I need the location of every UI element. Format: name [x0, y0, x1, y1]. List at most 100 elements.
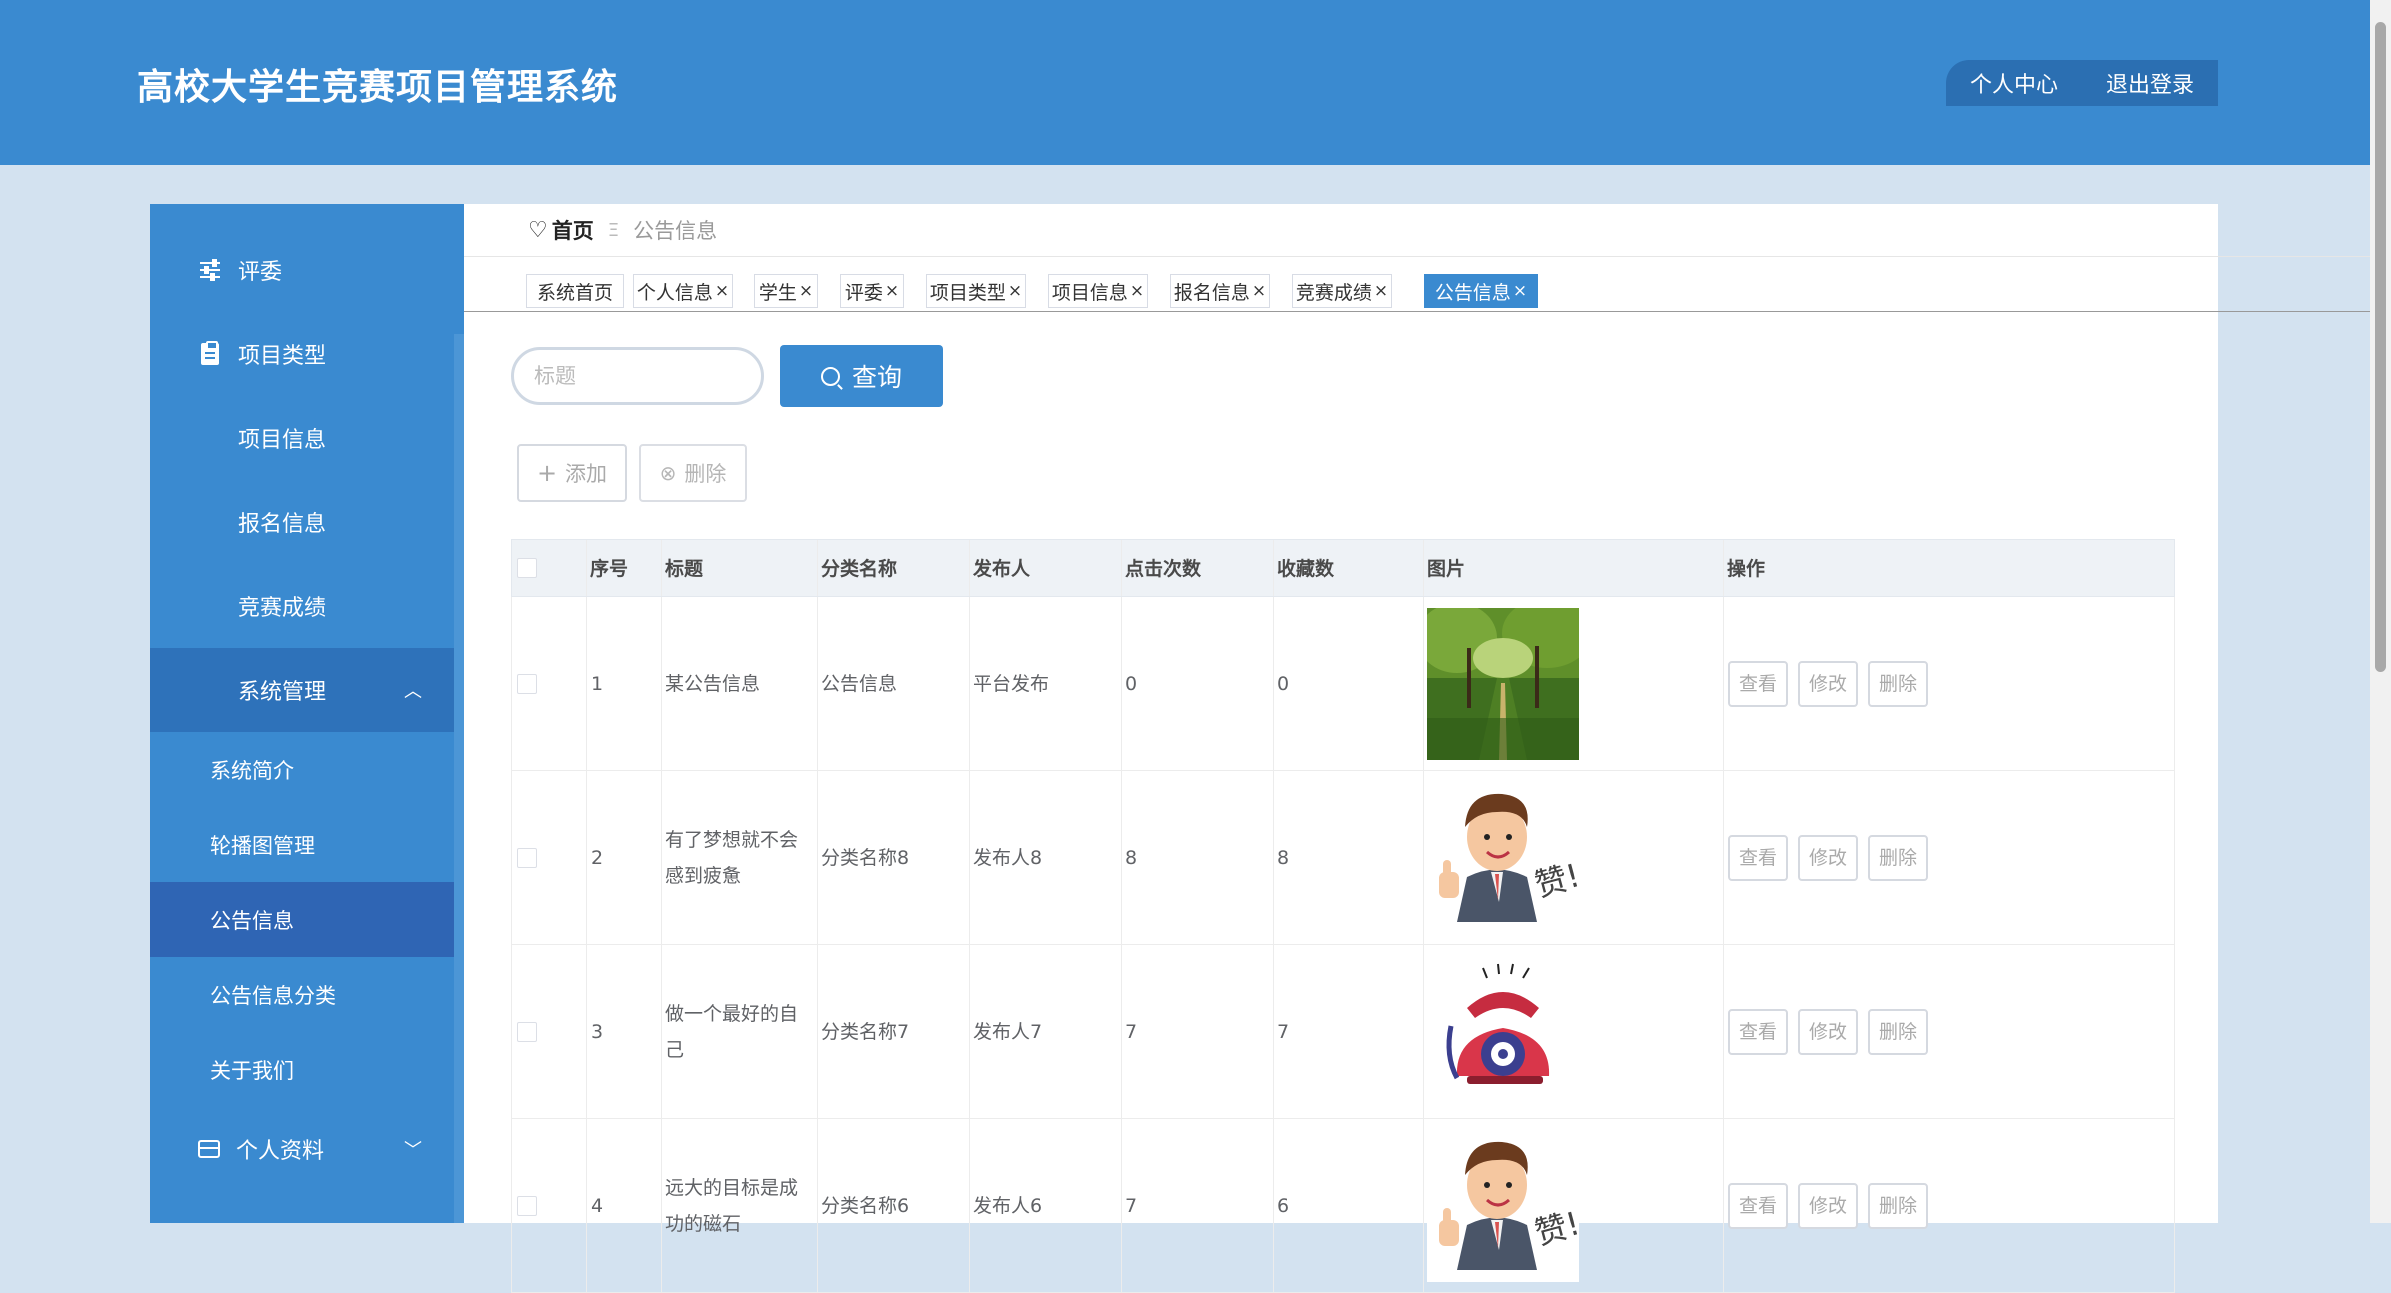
sidebar-item-registrations[interactable]: 报名信息 — [150, 480, 454, 564]
cell-favorites: 8 — [1277, 847, 1290, 869]
tab-label: 项目信息 — [1051, 281, 1128, 304]
sidebar-item-system-management[interactable]: 系统管理 ︿ — [150, 648, 454, 732]
sidebar-item-label: 个人资料 — [236, 1139, 325, 1164]
breadcrumb-current: 公告信息 — [633, 219, 718, 243]
edit-button[interactable]: 修改 — [1798, 1183, 1858, 1229]
tab-students[interactable]: 学生 × — [754, 274, 818, 308]
edit-button[interactable]: 修改 — [1798, 661, 1858, 707]
close-icon[interactable]: × — [1130, 281, 1144, 301]
select-all-checkbox[interactable] — [517, 558, 537, 578]
row-checkbox[interactable] — [517, 1119, 537, 1293]
sidebar: 评委 项目类型 项目信息 报名信息 竞赛成绩 系统管理 ︿ 系统简介 轮播图管理… — [150, 204, 464, 1223]
close-icon[interactable]: × — [1008, 281, 1022, 301]
thumbs-up-man-cartoon: 赞! — [1427, 782, 1579, 934]
sliders-icon — [198, 258, 222, 282]
delete-button[interactable]: 删除 — [1868, 661, 1928, 707]
cell-category: 分类名称6 — [821, 1195, 910, 1217]
tab-scores[interactable]: 竞赛成绩 × — [1292, 274, 1392, 308]
circle-x-icon: ⊗ — [659, 461, 677, 485]
sidebar-subitem-system-intro[interactable]: 系统简介 — [150, 732, 454, 807]
breadcrumb: ♡ 首页 Ξ 公告信息 — [464, 204, 2370, 257]
cell-index: 1 — [591, 673, 604, 695]
view-button[interactable]: 查看 — [1728, 661, 1788, 707]
cell-index: 3 — [591, 1021, 604, 1043]
red-telephone-cartoon — [1427, 956, 1579, 1108]
tab-home[interactable]: 系统首页 — [526, 274, 624, 308]
sidebar-item-project-types[interactable]: 项目类型 — [150, 312, 454, 396]
view-button[interactable]: 查看 — [1728, 835, 1788, 881]
tab-label: 公告信息 — [1434, 281, 1511, 304]
column-header: 标题 — [665, 558, 704, 580]
cell-publisher: 发布人7 — [973, 1021, 1043, 1043]
column-header: 点击次数 — [1125, 558, 1202, 580]
cell-title: 做一个最好的自己 — [665, 1003, 799, 1061]
tab-judges[interactable]: 评委 × — [840, 274, 904, 308]
close-icon[interactable]: × — [1252, 281, 1266, 301]
logout-link[interactable]: 退出登录 — [2106, 67, 2194, 99]
close-icon[interactable]: × — [1513, 281, 1527, 301]
search-icon — [820, 366, 840, 386]
cell-title: 某公告信息 — [665, 673, 761, 695]
tab-project-info[interactable]: 项目信息 × — [1048, 274, 1148, 308]
breadcrumb-home-label: 首页 — [551, 219, 594, 243]
cell-index: 2 — [591, 847, 604, 869]
sidebar-subitem-label: 轮播图管理 — [210, 833, 315, 858]
row-checkbox[interactable] — [517, 597, 537, 771]
sidebar-item-personal-profile[interactable]: 个人资料 ﹀ — [150, 1107, 454, 1191]
sidebar-scrollbar[interactable] — [454, 334, 464, 1223]
sidebar-item-label: 评委 — [238, 260, 283, 285]
profile-center-link[interactable]: 个人中心 — [1970, 67, 2058, 99]
tab-announcements[interactable]: 公告信息 × — [1424, 274, 1538, 308]
column-header: 图片 — [1427, 558, 1466, 580]
sidebar-item-label: 项目类型 — [238, 344, 327, 369]
sidebar-subitem-carousel[interactable]: 轮播图管理 — [150, 807, 454, 882]
grid-icon — [198, 594, 222, 618]
close-icon[interactable]: × — [715, 281, 729, 301]
cell-clicks: 0 — [1125, 673, 1138, 695]
cell-clicks: 8 — [1125, 847, 1138, 869]
sidebar-subitem-announcement-categories[interactable]: 公告信息分类 — [150, 957, 454, 1032]
sidebar-subitem-label: 关于我们 — [210, 1058, 294, 1083]
cell-image — [1427, 945, 1579, 1119]
close-icon[interactable]: × — [885, 281, 899, 301]
sidebar-item-project-info[interactable]: 项目信息 — [150, 396, 454, 480]
breadcrumb-separator: Ξ — [607, 219, 620, 241]
title-search-input[interactable] — [511, 347, 764, 405]
table-header: 序号 标题 分类名称 发布人 点击次数 收藏数 图片 操作 — [511, 539, 2175, 597]
sidebar-item-scores[interactable]: 竞赛成绩 — [150, 564, 454, 648]
header-actions: 个人中心 退出登录 — [1946, 60, 2218, 106]
tab-label: 学生 — [758, 281, 797, 304]
close-icon[interactable]: × — [799, 281, 813, 301]
sidebar-item-label: 项目信息 — [238, 428, 327, 453]
tab-registrations[interactable]: 报名信息 × — [1170, 274, 1270, 308]
add-button[interactable]: + 添加 — [517, 444, 627, 502]
row-checkbox[interactable] — [517, 945, 537, 1119]
cell-index: 4 — [591, 1195, 604, 1217]
cell-category: 公告信息 — [821, 673, 898, 695]
delete-button[interactable]: 删除 — [1868, 1183, 1928, 1229]
top-header: 高校大学生竞赛项目管理系统 个人中心 退出登录 — [0, 0, 2370, 165]
view-button[interactable]: 查看 — [1728, 1009, 1788, 1055]
table-row: 2 有了梦想就不会感到疲惫 分类名称8 发布人8 8 8 赞! 查看 修改 删除 — [511, 771, 2175, 945]
batch-delete-button[interactable]: ⊗ 删除 — [639, 444, 747, 502]
search-button[interactable]: 查询 — [780, 345, 943, 407]
edit-button[interactable]: 修改 — [1798, 835, 1858, 881]
sidebar-item-judges[interactable]: 评委 — [150, 228, 454, 312]
view-button[interactable]: 查看 — [1728, 1183, 1788, 1229]
column-header: 分类名称 — [821, 558, 898, 580]
delete-button[interactable]: 删除 — [1868, 1009, 1928, 1055]
tab-project-types[interactable]: 项目类型 × — [926, 274, 1026, 308]
sidebar-item-label: 报名信息 — [238, 512, 327, 537]
breadcrumb-home[interactable]: ♡ 首页 — [528, 215, 594, 245]
sidebar-subitem-announcements[interactable]: 公告信息 — [150, 882, 454, 957]
grid-icon — [198, 426, 222, 450]
scrollbar-thumb[interactable] — [2375, 22, 2386, 672]
close-icon[interactable]: × — [1374, 281, 1388, 301]
sidebar-subitem-about-us[interactable]: 关于我们 — [150, 1032, 454, 1107]
delete-button[interactable]: 删除 — [1868, 835, 1928, 881]
table-row: 1 某公告信息 公告信息 平台发布 0 0 查看 修改 删除 — [511, 597, 2175, 771]
row-checkbox[interactable] — [517, 771, 537, 945]
page-scrollbar[interactable] — [2370, 0, 2391, 1223]
edit-button[interactable]: 修改 — [1798, 1009, 1858, 1055]
tab-personal-info[interactable]: 个人信息 × — [633, 274, 733, 308]
